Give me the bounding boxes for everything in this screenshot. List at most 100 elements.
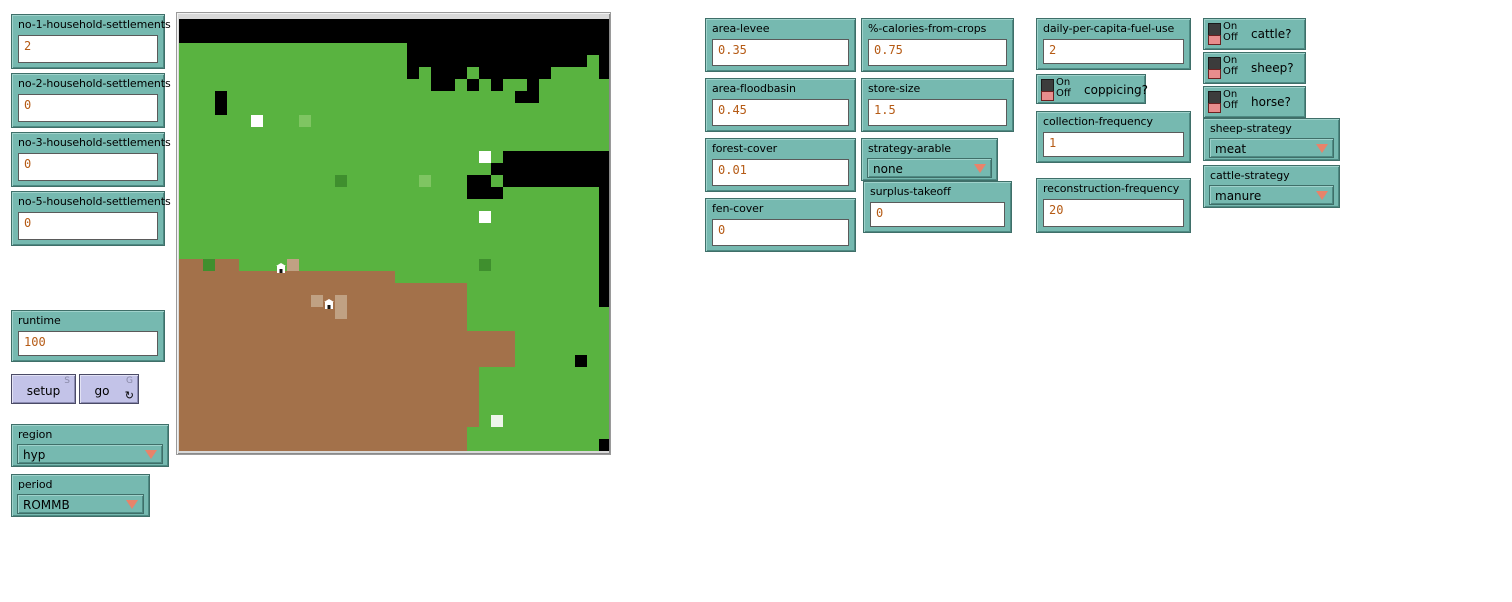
patch-cell (515, 79, 527, 91)
coppicing-switch[interactable]: On Off coppicing? (1036, 74, 1148, 104)
switch-thumb[interactable] (1208, 35, 1221, 45)
period-chooser-box[interactable]: ROMMB (17, 494, 144, 514)
patch-cell (371, 211, 383, 223)
sheep-strategy-chooser-box[interactable]: meat (1209, 138, 1334, 158)
store-size-input[interactable]: store-size 1.5 (861, 78, 1014, 132)
patch-cell (491, 223, 503, 235)
forest-cover-value[interactable]: 0.01 (712, 159, 849, 186)
sheep-switch[interactable]: On Off sheep? (1203, 52, 1306, 84)
runtime-input[interactable]: runtime 100 (11, 310, 165, 362)
patch-cell (587, 247, 599, 259)
patch-cell (179, 415, 191, 427)
period-chooser[interactable]: period ROMMB (11, 474, 150, 517)
forest-cover-input[interactable]: forest-cover 0.01 (705, 138, 856, 192)
patch-cell (227, 223, 239, 235)
go-button[interactable]: G go ↻ (79, 374, 139, 404)
patch-cell (179, 67, 191, 79)
horse-switch[interactable]: On Off horse? (1203, 86, 1306, 118)
patch-cell (575, 343, 587, 355)
patch-cell (395, 91, 407, 103)
pct-calories-from-crops-input[interactable]: %-calories-from-crops 0.75 (861, 18, 1014, 72)
no-1-household-settlements-input[interactable]: no-1-household-settlements 2 (11, 14, 171, 69)
reconstruction-frequency-value[interactable]: 20 (1043, 199, 1184, 227)
patch-cell (359, 199, 371, 211)
patch-cell (311, 115, 323, 127)
patch-cell (539, 343, 551, 355)
patch-cell (467, 163, 479, 175)
patch-cell (443, 223, 455, 235)
daily-per-capita-fuel-use-input[interactable]: daily-per-capita-fuel-use 2 (1036, 18, 1191, 70)
patch-cell (467, 283, 479, 295)
patch-cell (575, 199, 587, 211)
patch-cell (311, 235, 323, 247)
no-2-household-settlements-input[interactable]: no-2-household-settlements 0 (11, 73, 171, 128)
patch-cell (515, 295, 527, 307)
patch-cell (359, 271, 371, 283)
patch-cell (515, 427, 527, 439)
patch-cell (587, 427, 599, 439)
patch-cell (263, 415, 275, 427)
area-floodbasin-value[interactable]: 0.45 (712, 99, 849, 126)
collection-frequency-value[interactable]: 1 (1043, 132, 1184, 157)
patch-cell (323, 343, 335, 355)
patch-cell (203, 199, 215, 211)
patch-cell (311, 367, 323, 379)
switch-thumb[interactable] (1208, 103, 1221, 113)
patch-cell (407, 163, 419, 175)
store-size-value[interactable]: 1.5 (868, 99, 1007, 126)
toggle-switch-icon[interactable] (1208, 57, 1221, 79)
sheep-strategy-chooser[interactable]: sheep-strategy meat (1203, 118, 1340, 161)
toggle-switch-icon[interactable] (1208, 23, 1221, 45)
switch-thumb[interactable] (1208, 69, 1221, 79)
cattle-switch[interactable]: On Off cattle? (1203, 18, 1306, 50)
patch-cell (359, 223, 371, 235)
runtime-value[interactable]: 100 (18, 331, 158, 356)
patch-cell (443, 91, 455, 103)
surplus-takeoff-value[interactable]: 0 (870, 202, 1005, 227)
patch-cell (527, 103, 539, 115)
patch-cell (263, 379, 275, 391)
patch-cell (191, 295, 203, 307)
area-levee-value[interactable]: 0.35 (712, 39, 849, 66)
strategy-arable-chooser[interactable]: strategy-arable none (861, 138, 998, 181)
no-3-household-settlements-value[interactable]: 0 (18, 153, 158, 181)
setup-button[interactable]: S setup (11, 374, 76, 404)
fen-cover-value[interactable]: 0 (712, 219, 849, 246)
collection-frequency-input[interactable]: collection-frequency 1 (1036, 111, 1191, 163)
area-floodbasin-input[interactable]: area-floodbasin 0.45 (705, 78, 856, 132)
fen-cover-input[interactable]: fen-cover 0 (705, 198, 856, 252)
toggle-switch-icon[interactable] (1208, 91, 1221, 113)
patch-cell (443, 187, 455, 199)
patch-cell (335, 139, 347, 151)
reconstruction-frequency-input[interactable]: reconstruction-frequency 20 (1036, 178, 1191, 233)
area-levee-input[interactable]: area-levee 0.35 (705, 18, 856, 72)
field-patch (335, 307, 347, 319)
no-5-household-settlements-input[interactable]: no-5-household-settlements 0 (11, 191, 171, 246)
patch-cell (407, 91, 419, 103)
patch-cell (251, 319, 263, 331)
no-2-household-settlements-value[interactable]: 0 (18, 94, 158, 122)
cattle-strategy-chooser-box[interactable]: manure (1209, 185, 1334, 205)
patch-cell (359, 439, 371, 451)
patch-cell (515, 115, 527, 127)
patch-cell (395, 115, 407, 127)
surplus-takeoff-input[interactable]: surplus-takeoff 0 (863, 181, 1012, 233)
no-1-household-settlements-value[interactable]: 2 (18, 35, 158, 63)
toggle-switch-icon[interactable] (1041, 79, 1054, 101)
daily-per-capita-fuel-use-value[interactable]: 2 (1043, 39, 1184, 64)
no-3-household-settlements-input[interactable]: no-3-household-settlements 0 (11, 132, 171, 187)
patch-cell (239, 415, 251, 427)
cattle-strategy-chooser[interactable]: cattle-strategy manure (1203, 165, 1340, 208)
switch-thumb[interactable] (1041, 91, 1054, 101)
patch-cell (587, 127, 599, 139)
patch-cell (359, 187, 371, 199)
world-view-canvas[interactable] (179, 19, 609, 451)
patch-cell (551, 211, 563, 223)
region-chooser[interactable]: region hyp (11, 424, 169, 467)
no-5-household-settlements-value[interactable]: 0 (18, 212, 158, 240)
patch-cell (551, 343, 563, 355)
pct-calories-from-crops-value[interactable]: 0.75 (868, 39, 1007, 66)
world-view-widget[interactable] (176, 12, 611, 455)
region-chooser-box[interactable]: hyp (17, 444, 163, 464)
strategy-arable-chooser-box[interactable]: none (867, 158, 992, 178)
